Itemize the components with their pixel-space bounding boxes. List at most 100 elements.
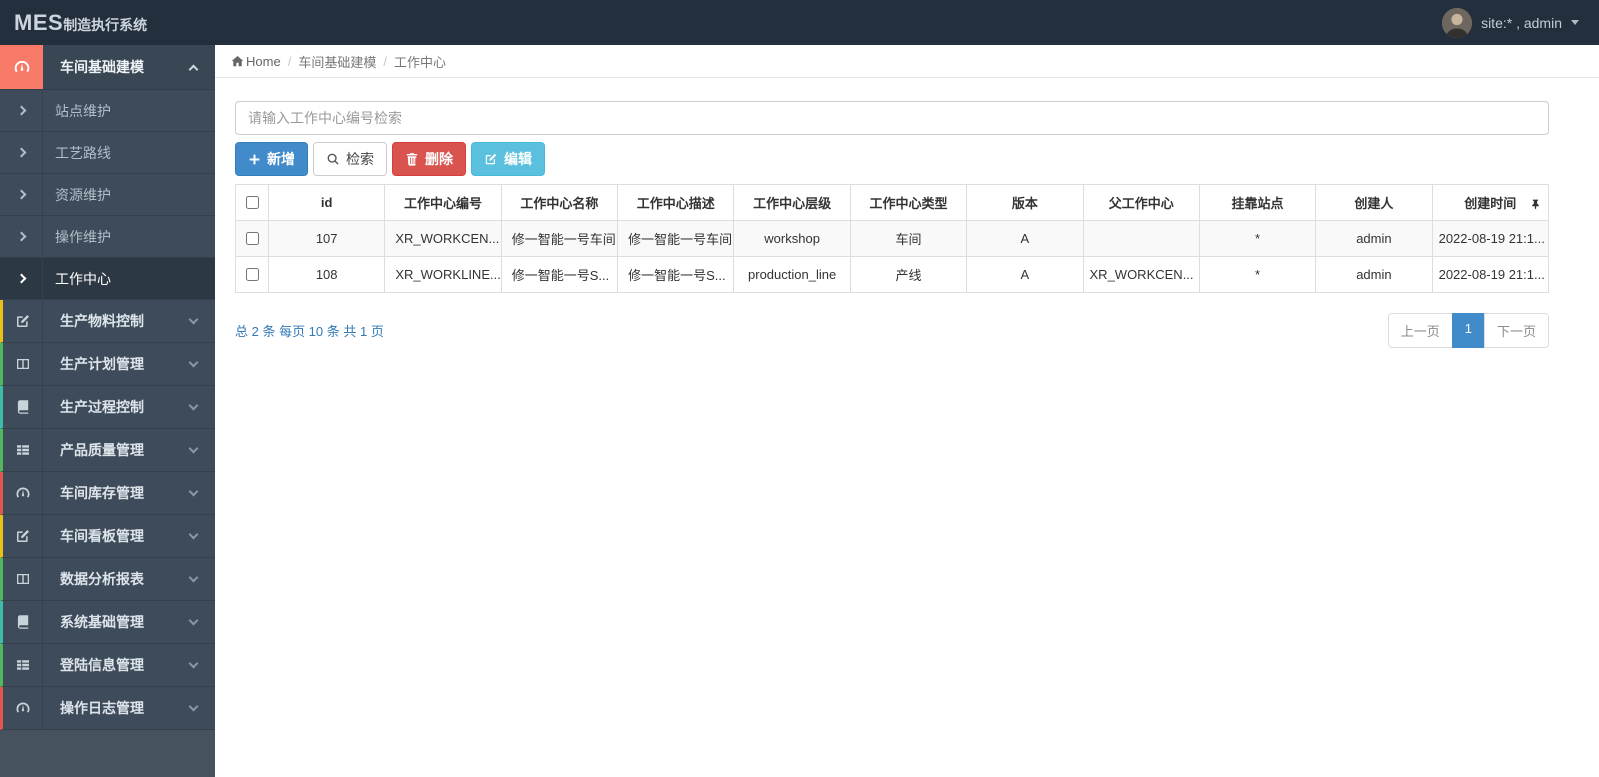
chevron-down-icon bbox=[188, 658, 199, 669]
sidebar-item-label: 资源维护 bbox=[55, 186, 111, 203]
column-header-code: 工作中心编号 bbox=[384, 184, 502, 221]
row-checkbox[interactable] bbox=[246, 268, 259, 281]
columns-icon bbox=[3, 343, 43, 385]
cell-level: workshop bbox=[733, 220, 851, 257]
user-label: site:* , admin bbox=[1481, 14, 1562, 31]
delete-button[interactable]: 删除 bbox=[392, 142, 466, 176]
sidebar-item-operation-maintenance[interactable]: 操作维护 bbox=[0, 216, 215, 258]
add-button[interactable]: 新增 bbox=[235, 142, 308, 176]
prev-page-button[interactable]: 上一页 bbox=[1387, 313, 1453, 348]
cell-description: 修一智能一号S... bbox=[617, 256, 735, 293]
sidebar-item-system-management[interactable]: 系统基础管理 bbox=[0, 601, 215, 644]
cell-id: 107 bbox=[267, 220, 386, 257]
search-button[interactable]: 检索 bbox=[313, 142, 387, 176]
cell-version: A bbox=[966, 220, 1084, 257]
cell-description: 修一智能一号车间 bbox=[617, 220, 735, 257]
sidebar-item-label: 系统基础管理 bbox=[60, 614, 144, 630]
pagination-summary[interactable]: 总 2 条 每页 10 条 共 1 页 bbox=[235, 321, 384, 340]
work-center-search-input[interactable] bbox=[235, 101, 1549, 135]
row-checkbox[interactable] bbox=[246, 232, 259, 245]
column-header-description: 工作中心描述 bbox=[617, 184, 735, 221]
content: 新增 检索 删除 编辑 id bbox=[215, 78, 1599, 348]
sidebar-item-work-center-active[interactable]: 工作中心 bbox=[0, 258, 215, 300]
cell-creator: admin bbox=[1315, 220, 1433, 257]
chevron-down-icon bbox=[188, 314, 199, 325]
cell-created-time: 2022-08-19 21:1... bbox=[1431, 220, 1550, 257]
breadcrumb-home[interactable]: Home bbox=[231, 54, 281, 69]
column-header-type: 工作中心类型 bbox=[849, 184, 968, 221]
chevron-down-icon bbox=[188, 572, 199, 583]
select-all-checkbox[interactable] bbox=[246, 196, 259, 209]
edit-button[interactable]: 编辑 bbox=[471, 142, 545, 176]
chevron-right-icon bbox=[0, 174, 43, 215]
chevron-down-icon bbox=[188, 701, 199, 712]
sidebar-item-login-info[interactable]: 登陆信息管理 bbox=[0, 644, 215, 687]
add-button-label: 新增 bbox=[267, 151, 295, 167]
sidebar-item-label: 操作日志管理 bbox=[60, 700, 144, 716]
sidebar-item-label: 站点维护 bbox=[55, 102, 111, 119]
sidebar-item-label: 工艺路线 bbox=[55, 144, 111, 161]
avatar[interactable] bbox=[1442, 7, 1473, 38]
dashboard-icon bbox=[3, 472, 43, 514]
chevron-right-icon bbox=[0, 90, 43, 131]
sidebar-item-plan-management[interactable]: 生产计划管理 bbox=[0, 343, 215, 386]
sidebar-item-label: 数据分析报表 bbox=[60, 571, 144, 587]
work-center-table: id 工作中心编号 工作中心名称 工作中心描述 工作中心层级 工作中心类型 版本… bbox=[235, 184, 1550, 293]
row-select-cell bbox=[235, 256, 269, 293]
book-icon bbox=[3, 601, 43, 643]
page-1-button[interactable]: 1 bbox=[1451, 313, 1485, 348]
sidebar-item-process-route[interactable]: 工艺路线 bbox=[0, 132, 215, 174]
sidebar-item-kanban-management[interactable]: 车间看板管理 bbox=[0, 515, 215, 558]
trash-icon bbox=[405, 152, 419, 166]
sidebar-group-workshop-modeling[interactable]: 车间基础建模 bbox=[0, 45, 215, 90]
chevron-down-icon bbox=[188, 486, 199, 497]
list-icon bbox=[3, 644, 43, 686]
search-button-label: 检索 bbox=[346, 151, 374, 167]
sidebar-item-site-maintenance[interactable]: 站点维护 bbox=[0, 90, 215, 132]
chevron-right-icon bbox=[0, 258, 43, 299]
table-row[interactable]: 108 XR_WORKLINE... 修一智能一号S... 修一智能一号S...… bbox=[235, 256, 1550, 293]
row-select-cell bbox=[235, 220, 269, 257]
chevron-down-icon bbox=[188, 357, 199, 368]
sidebar-item-label: 生产计划管理 bbox=[60, 356, 144, 372]
sidebar-group-label: 车间基础建模 bbox=[60, 59, 144, 75]
cell-version: A bbox=[966, 256, 1084, 293]
app-logo: MES制造执行系统 bbox=[0, 10, 147, 36]
user-menu[interactable]: site:* , admin bbox=[1442, 7, 1599, 38]
table-row[interactable]: 107 XR_WORKCEN... 修一智能一号车间 修一智能一号车间 work… bbox=[235, 220, 1550, 257]
app-logo-secondary: 制造执行系统 bbox=[63, 16, 148, 33]
sidebar-item-quality-management[interactable]: 产品质量管理 bbox=[0, 429, 215, 472]
edit-icon bbox=[484, 152, 498, 166]
edit-button-label: 编辑 bbox=[504, 151, 532, 167]
sidebar-item-label: 生产物料控制 bbox=[60, 313, 144, 329]
sidebar-item-data-analysis[interactable]: 数据分析报表 bbox=[0, 558, 215, 601]
plus-icon bbox=[248, 153, 261, 166]
cell-station: * bbox=[1198, 256, 1317, 293]
sidebar-item-material-control[interactable]: 生产物料控制 bbox=[0, 300, 215, 343]
columns-icon bbox=[3, 558, 43, 600]
column-header-level: 工作中心层级 bbox=[733, 184, 851, 221]
sidebar-item-process-control[interactable]: 生产过程控制 bbox=[0, 386, 215, 429]
pin-icon[interactable] bbox=[1530, 195, 1541, 210]
top-navbar: MES制造执行系统 site:* , admin bbox=[0, 0, 1599, 45]
column-header-parent: 父工作中心 bbox=[1082, 184, 1200, 221]
column-header-created-time: 创建时间 bbox=[1431, 184, 1550, 221]
cell-parent bbox=[1082, 220, 1200, 257]
sidebar-item-resource-maintenance[interactable]: 资源维护 bbox=[0, 174, 215, 216]
edit-icon bbox=[3, 515, 43, 557]
column-header-creator: 创建人 bbox=[1315, 184, 1433, 221]
sidebar-item-label: 登陆信息管理 bbox=[60, 657, 144, 673]
column-header-station: 挂靠站点 bbox=[1198, 184, 1317, 221]
dashboard-icon bbox=[0, 45, 43, 89]
breadcrumb-level1[interactable]: 车间基础建模 bbox=[298, 52, 376, 71]
cell-name: 修一智能一号车间 bbox=[500, 220, 619, 257]
cell-code: XR_WORKLINE... bbox=[384, 256, 502, 293]
main-area: Home / 车间基础建模 / 工作中心 新增 检索 删除 编辑 bbox=[215, 45, 1599, 777]
column-header-name: 工作中心名称 bbox=[500, 184, 619, 221]
sidebar-item-operation-log[interactable]: 操作日志管理 bbox=[0, 687, 215, 730]
next-page-button[interactable]: 下一页 bbox=[1483, 313, 1549, 348]
edit-icon bbox=[3, 300, 43, 342]
cell-station: * bbox=[1198, 220, 1317, 257]
sidebar-item-inventory-management[interactable]: 车间库存管理 bbox=[0, 472, 215, 515]
cell-type: 车间 bbox=[849, 220, 968, 257]
